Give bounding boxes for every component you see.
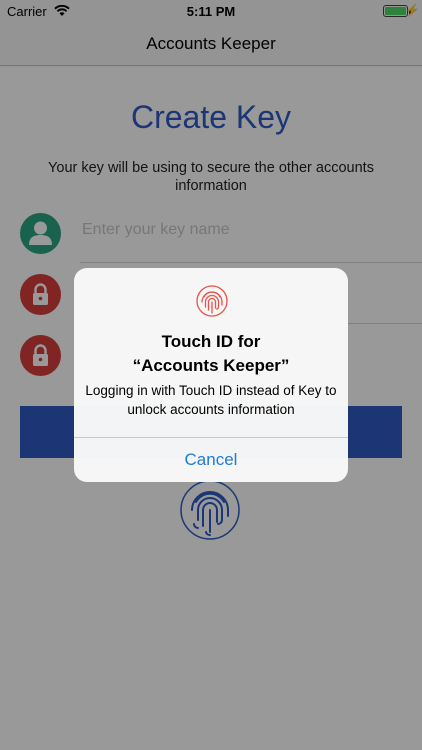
- alert-message: Logging in with Touch ID instead of Key …: [85, 383, 337, 417]
- touch-id-alert: Touch ID for “Accounts Keeper” Logging i…: [74, 268, 348, 482]
- alert-title: Touch ID for “Accounts Keeper”: [74, 330, 348, 378]
- cancel-button[interactable]: Cancel: [74, 438, 348, 482]
- fingerprint-icon: [196, 285, 228, 317]
- alert-title-line1: Touch ID for: [161, 332, 261, 351]
- alert-title-line2: “Accounts Keeper”: [132, 356, 290, 375]
